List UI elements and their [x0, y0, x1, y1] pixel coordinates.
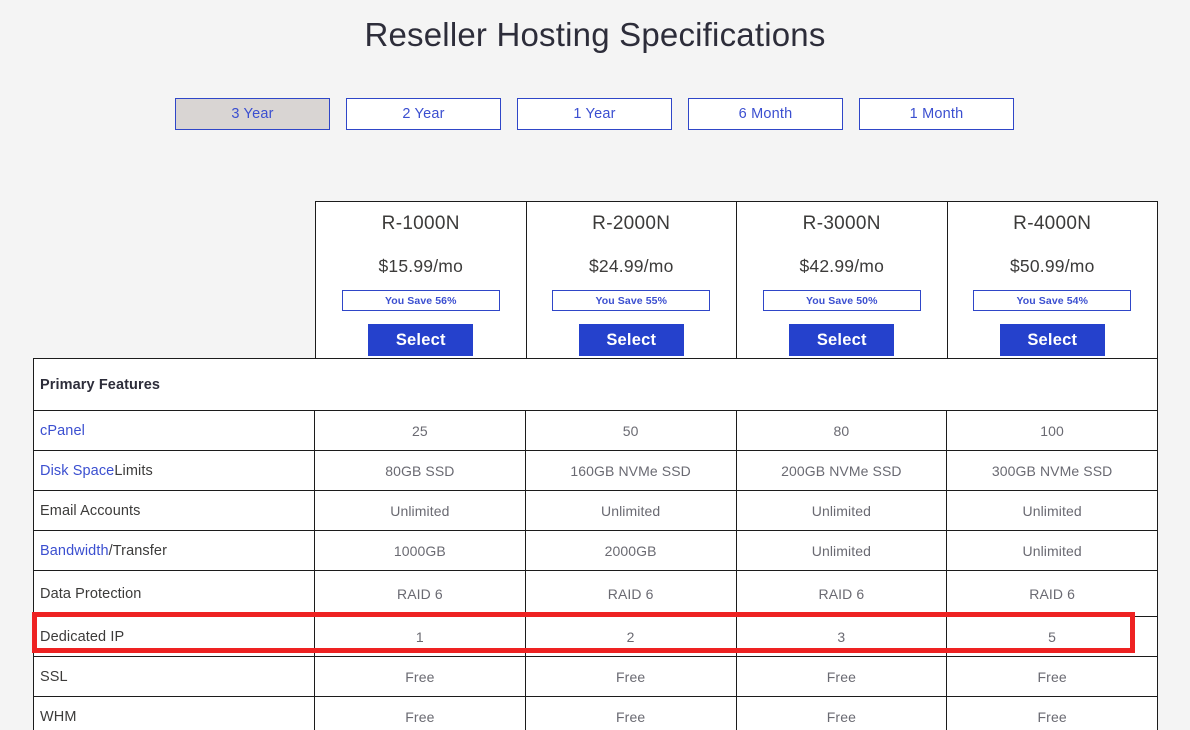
- term-tab-2-year[interactable]: 2 Year: [346, 98, 501, 130]
- feature-value-cell: RAID 6: [737, 571, 948, 616]
- term-tab-label: 3 Year: [231, 106, 274, 122]
- plan-name: R-2000N: [592, 213, 671, 234]
- feature-value-cell: 1: [315, 617, 526, 656]
- feature-value-cell: Unlimited: [737, 491, 948, 530]
- plan-price: $42.99/mo: [799, 256, 884, 276]
- feature-value-cell: Free: [526, 657, 737, 696]
- plan-card: R-2000N $24.99/mo You Save 55% Select: [527, 202, 737, 358]
- feature-value-cell: Free: [1037, 708, 1067, 725]
- select-plan-button[interactable]: Select: [789, 324, 895, 356]
- feature-value-cell: RAID 6: [1029, 585, 1075, 602]
- feature-rows: cPanel 25 50 80 100 Disk Space Limits 80GB SSD…: [33, 410, 1158, 730]
- feature-row: Email Accounts Unlimited Unlimited Unlimite…: [34, 491, 1157, 531]
- feature-value-cell: 2000GB: [526, 531, 737, 570]
- select-plan-button[interactable]: Select: [368, 324, 474, 356]
- feature-label-text: Data Protection: [40, 585, 142, 602]
- feature-link[interactable]: Bandwidth: [40, 543, 109, 559]
- feature-value-cell: RAID 6: [526, 571, 737, 616]
- feature-label: Data Protection: [34, 571, 315, 616]
- section-title: Primary Features: [40, 376, 161, 393]
- term-tab-label: 6 Month: [738, 106, 793, 122]
- plan-price: $15.99/mo: [378, 256, 463, 276]
- primary-features-section-header: Primary Features: [33, 358, 1158, 410]
- plan-card: R-4000N $50.99/mo You Save 54% Select: [948, 202, 1158, 358]
- term-tab-label: 1 Month: [909, 106, 964, 122]
- feature-row: Disk Space Limits 80GB SSD 160GB NVMe SSD 2…: [34, 451, 1157, 491]
- plan-card: R-3000N $42.99/mo You Save 50% Select: [737, 202, 948, 358]
- term-selector: 3 Year 2 Year 1 Year 6 Month 1 Month: [175, 98, 1014, 130]
- feature-value-cell: 3: [737, 617, 948, 656]
- term-tab-1-month[interactable]: 1 Month: [859, 98, 1014, 130]
- feature-label: Disk Space Limits: [34, 451, 315, 490]
- feature-row: Bandwidth/Transfer 1000GB 2000GB Unlimited U…: [34, 531, 1157, 571]
- plan-savings-badge: You Save 50%: [762, 290, 921, 311]
- feature-value-cell: Unlimited: [315, 491, 526, 530]
- feature-value-cell: 160GB NVMe SSD: [526, 451, 737, 490]
- term-tab-label: 1 Year: [573, 106, 616, 122]
- feature-value-cell: Free: [737, 657, 948, 696]
- feature-value-cell: 80: [737, 411, 948, 450]
- feature-label: WHM: [34, 697, 315, 730]
- feature-value-cell: 200GB NVMe SSD: [737, 451, 948, 490]
- plan-card: R-1000N $15.99/mo You Save 56% Select: [316, 202, 527, 358]
- feature-label: cPanel: [34, 411, 315, 450]
- plan-header-row: R-1000N $15.99/mo You Save 56% Select R-2000…: [315, 201, 1158, 358]
- feature-row: cPanel 25 50 80 100: [34, 411, 1157, 451]
- feature-value-cell: 80GB SSD: [315, 451, 526, 490]
- feature-value-cell: Unlimited: [1022, 542, 1082, 559]
- plan-name: R-4000N: [1013, 213, 1092, 234]
- feature-row: Dedicated IP 1 2 3 5: [34, 617, 1157, 657]
- feature-label-text: /Transfer: [108, 542, 168, 559]
- feature-value-cell: 25: [315, 411, 526, 450]
- page-root: Reseller Hosting Specifications 3 Year 2 …: [0, 0, 1190, 730]
- feature-value-cell: Free: [315, 697, 526, 730]
- term-tab-label: 2 Year: [402, 106, 445, 122]
- feature-row: WHM Free Free Free Free: [34, 697, 1157, 730]
- feature-value-cell: Free: [1037, 668, 1067, 685]
- plan-name: R-3000N: [802, 213, 881, 234]
- feature-row: SSL Free Free Free Free: [34, 657, 1157, 697]
- feature-value-cell: 300GB NVMe SSD: [991, 462, 1113, 479]
- plan-name: R-1000N: [381, 213, 460, 234]
- feature-label-text: Limits: [114, 462, 153, 479]
- feature-value-cell: 2: [526, 617, 737, 656]
- feature-value-cell: 5: [1048, 628, 1057, 645]
- term-tab-1-year[interactable]: 1 Year: [517, 98, 672, 130]
- feature-value-cell: Free: [315, 657, 526, 696]
- select-plan-button[interactable]: Select: [999, 324, 1105, 356]
- feature-value-cell: Unlimited: [1022, 502, 1082, 519]
- plan-price: $24.99/mo: [589, 256, 674, 276]
- feature-link[interactable]: Disk Space: [40, 463, 114, 479]
- feature-label: Bandwidth/Transfer: [34, 531, 315, 570]
- feature-value-cell: 100: [1040, 422, 1064, 439]
- plan-savings-badge: You Save 54%: [973, 290, 1132, 311]
- feature-label-text: WHM: [40, 708, 77, 725]
- feature-label: SSL: [34, 657, 315, 696]
- feature-link[interactable]: cPanel: [40, 423, 85, 439]
- feature-value-cell: Unlimited: [737, 531, 948, 570]
- feature-label-text: SSL: [40, 668, 68, 685]
- feature-label: Email Accounts: [34, 491, 315, 530]
- feature-value-cell: 1000GB: [315, 531, 526, 570]
- term-tab-3-year[interactable]: 3 Year: [175, 98, 330, 130]
- select-plan-button[interactable]: Select: [578, 324, 684, 356]
- feature-row: Data Protection RAID 6 RAID 6 RAID 6 RAID 6: [34, 571, 1157, 617]
- feature-value-cell: Free: [737, 697, 948, 730]
- feature-value-cell: 50: [526, 411, 737, 450]
- feature-value-cell: RAID 6: [315, 571, 526, 616]
- feature-value-cell: Free: [526, 697, 737, 730]
- feature-value-cell: Unlimited: [526, 491, 737, 530]
- plan-price: $50.99/mo: [1010, 256, 1095, 276]
- plan-savings-badge: You Save 55%: [552, 290, 711, 311]
- plan-savings-badge: You Save 56%: [341, 290, 500, 311]
- feature-label-text: Dedicated IP: [40, 628, 125, 645]
- feature-label: Dedicated IP: [34, 617, 315, 656]
- term-tab-6-month[interactable]: 6 Month: [688, 98, 843, 130]
- feature-label-text: Email Accounts: [40, 502, 141, 519]
- page-title: Reseller Hosting Specifications: [364, 16, 826, 53]
